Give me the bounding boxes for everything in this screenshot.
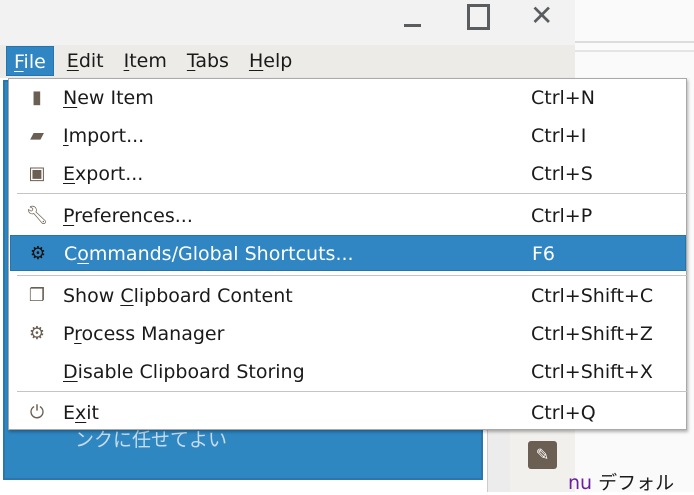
gears-icon: ⚙: [28, 323, 46, 344]
shortcut: F6: [532, 243, 556, 265]
menu-edit[interactable]: Edit: [60, 46, 111, 76]
menu-label: ile: [23, 51, 46, 73]
pencil-icon: ✎: [535, 445, 550, 464]
menu-item-process-manager[interactable]: ⚙ Process Manager Ctrl+Shift+Z: [10, 316, 686, 352]
folder-open-icon: ▰: [30, 125, 44, 146]
menu-label: tem: [129, 50, 167, 72]
mnemonic: E: [66, 50, 79, 72]
shortcut: Ctrl+Shift+X: [531, 361, 653, 383]
menu-item-label: New Item: [63, 87, 154, 109]
save-icon: ▣: [28, 163, 46, 184]
menu-item-label: Export...: [63, 163, 144, 185]
menu-item-new-item[interactable]: ▮ New Item Ctrl+N: [10, 80, 686, 116]
menu-item-preferences[interactable]: 🔧︎ Preferences... Ctrl+P: [10, 198, 686, 234]
menu-tabs[interactable]: Tabs: [180, 46, 236, 76]
menu-item-label: Commands/Global Shortcuts...: [64, 243, 354, 265]
shortcut: Ctrl+Shift+C: [531, 285, 654, 307]
menu-item-exit[interactable]: ⏻ Exit Ctrl+Q: [10, 395, 686, 431]
shortcut: Ctrl+N: [531, 87, 595, 109]
menu-file[interactable]: File: [6, 46, 54, 76]
wrench-icon: 🔧︎: [25, 205, 49, 226]
menu-item-commands[interactable]: ⚙ Commands/Global Shortcuts... F6: [10, 235, 686, 271]
menu-item-label: Disable Clipboard Storing: [63, 361, 305, 383]
clipboard-icon: ❐: [28, 285, 46, 306]
menu-item-label: Import...: [63, 125, 145, 147]
title-bar: ✕: [0, 0, 575, 45]
menu-item-label: Show Clipboard Content: [63, 285, 293, 307]
menu-label: elp: [263, 50, 293, 72]
menu-item-label: Exit: [63, 402, 99, 424]
menu-item-import[interactable]: ▰ Import... Ctrl+I: [10, 118, 686, 154]
menu-item[interactable]: Item: [117, 46, 174, 76]
file-menu-popup: ▮ New Item Ctrl+N ▰ Import... Ctrl+I ▣ E…: [8, 78, 687, 430]
document-icon: ▮: [32, 87, 42, 108]
keyword: nu: [568, 472, 593, 494]
gear-icon: ⚙: [29, 243, 47, 264]
menu-label: dit: [78, 50, 104, 72]
mnemonic: F: [14, 51, 24, 73]
shortcut: Ctrl+I: [531, 125, 587, 147]
power-icon: ⏻: [29, 402, 45, 423]
shortcut: Ctrl+P: [531, 205, 593, 227]
menu-bar: File Edit Item Tabs Help: [0, 45, 575, 78]
edit-button[interactable]: ✎: [528, 441, 557, 469]
menu-label: abs: [195, 50, 229, 72]
menu-help[interactable]: Help: [242, 46, 299, 76]
text: デフォル: [592, 472, 675, 494]
mnemonic: H: [248, 50, 264, 72]
maximize-button[interactable]: [466, 4, 496, 30]
close-button[interactable]: ✕: [530, 2, 560, 30]
preview-text: nu デフォル: [568, 468, 674, 495]
menu-item-disable-storing[interactable]: Disable Clipboard Storing Ctrl+Shift+X: [10, 354, 686, 390]
menu-separator: [17, 391, 687, 392]
menu-separator: [17, 193, 687, 194]
divider: [575, 50, 694, 52]
menu-item-show-clipboard[interactable]: ❐ Show Clipboard Content Ctrl+Shift+C: [10, 278, 686, 314]
menu-item-export[interactable]: ▣ Export... Ctrl+S: [10, 156, 686, 192]
shortcut: Ctrl+Q: [531, 402, 596, 424]
shortcut: Ctrl+Shift+Z: [531, 323, 653, 345]
menu-item-label: Preferences...: [63, 205, 193, 227]
minimize-button[interactable]: [403, 4, 433, 30]
divider: [575, 41, 694, 43]
menu-item-label: Process Manager: [63, 323, 225, 345]
shortcut: Ctrl+S: [531, 163, 593, 185]
menu-separator: [17, 275, 687, 276]
